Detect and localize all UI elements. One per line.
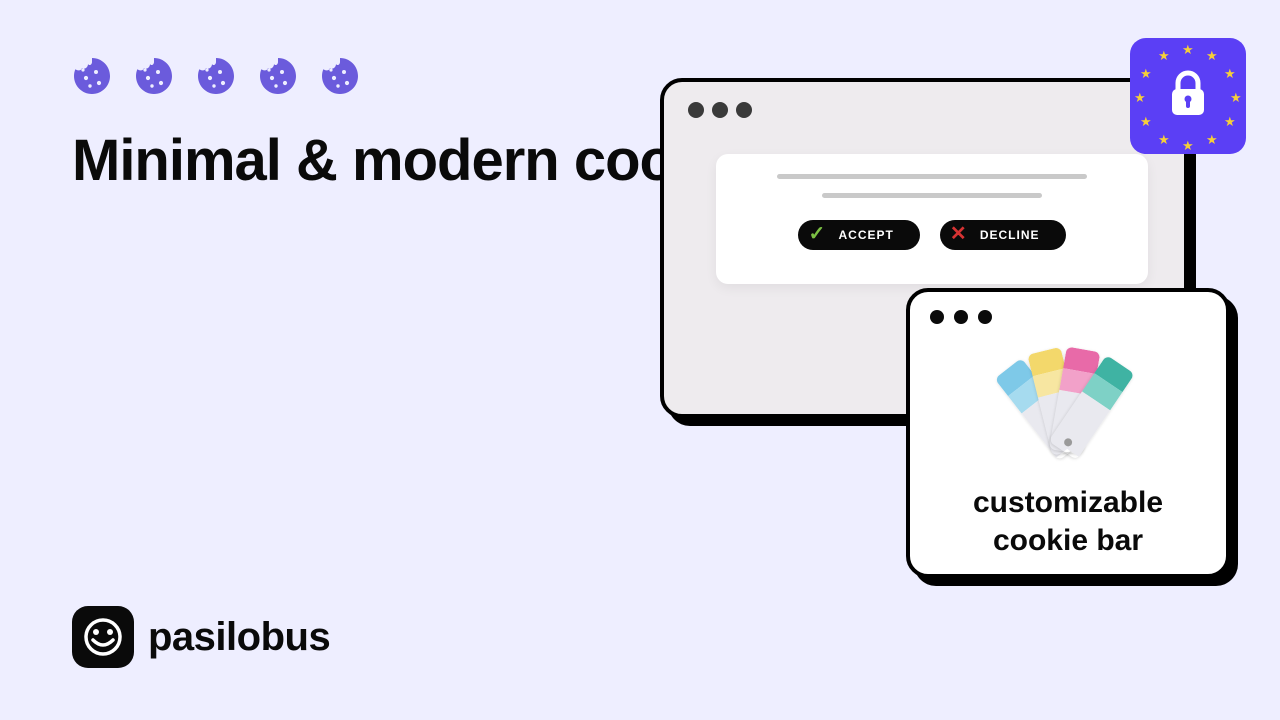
cookie-icon xyxy=(72,56,112,101)
accept-button[interactable]: ✓ ACCEPT xyxy=(798,220,919,250)
cross-icon: ✕ xyxy=(950,221,968,246)
banner-text-placeholder xyxy=(822,193,1042,198)
cookie-icon xyxy=(134,56,174,101)
cookie-icons-row xyxy=(72,56,360,101)
lock-icon xyxy=(1166,69,1210,124)
decline-button[interactable]: ✕ DECLINE xyxy=(940,220,1066,250)
brand-mark-icon xyxy=(72,606,134,668)
color-swatch-fan-icon xyxy=(998,342,1138,472)
cookie-icon xyxy=(320,56,360,101)
cookie-icon xyxy=(258,56,298,101)
window-controls-icon xyxy=(688,102,752,118)
customizable-card-text: customizable cookie bar xyxy=(973,484,1163,559)
brand-name: pasilobus xyxy=(148,615,330,660)
decline-button-label: DECLINE xyxy=(980,228,1040,242)
brand-logo: pasilobus xyxy=(72,606,330,668)
cookie-icon xyxy=(196,56,236,101)
window-controls-icon xyxy=(930,310,992,324)
eu-gdpr-badge: ★ ★ ★ ★ ★ ★ ★ ★ ★ ★ ★ ★ xyxy=(1130,38,1246,154)
customizable-card: customizable cookie bar xyxy=(906,288,1230,578)
accept-button-label: ACCEPT xyxy=(838,228,893,242)
banner-text-placeholder xyxy=(777,174,1087,179)
banner-buttons: ✓ ACCEPT ✕ DECLINE xyxy=(798,220,1065,250)
check-icon: ✓ xyxy=(808,221,826,246)
cookie-banner: ✓ ACCEPT ✕ DECLINE xyxy=(716,154,1148,284)
